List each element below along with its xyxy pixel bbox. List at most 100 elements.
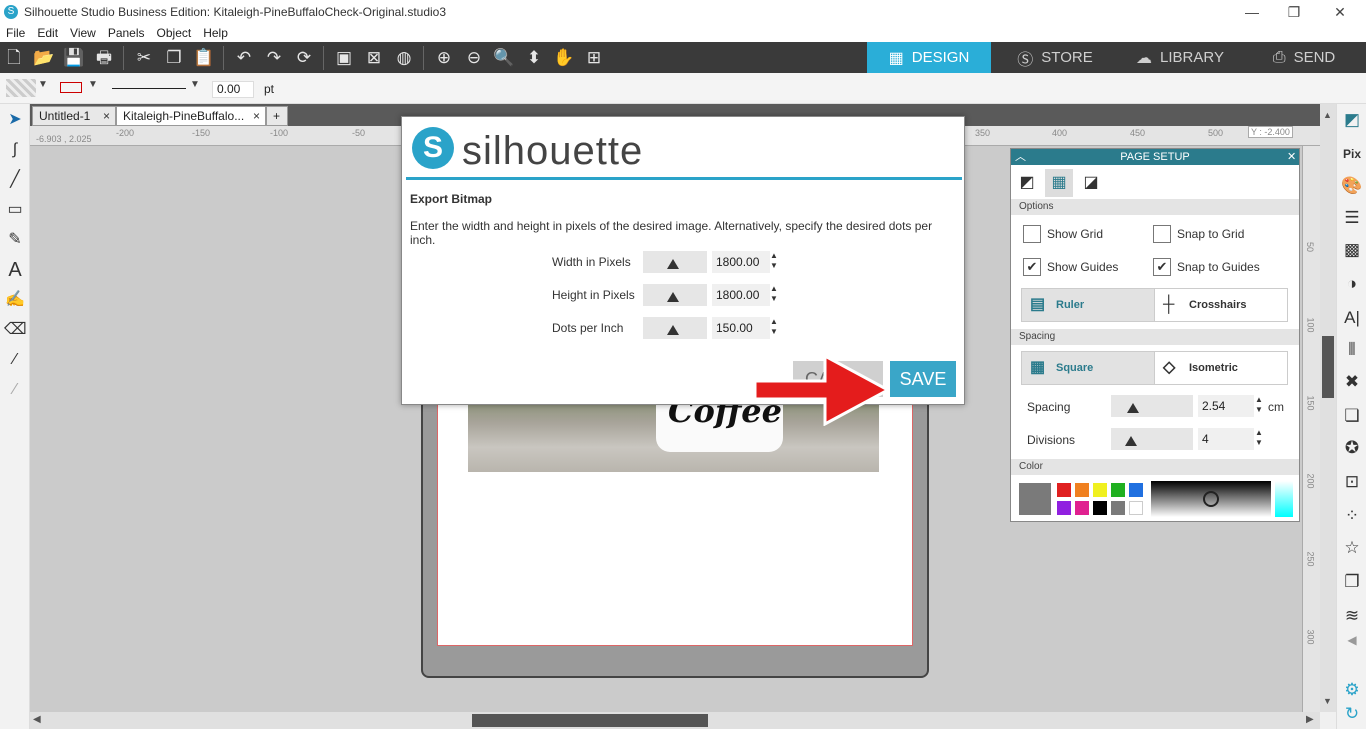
knife-tool-icon[interactable]: ∕ bbox=[4, 349, 26, 371]
tab-design[interactable]: ▦ DESIGN bbox=[867, 42, 991, 73]
page-tab-icon[interactable]: ◩ bbox=[1013, 169, 1041, 197]
scroll-right-icon[interactable]: ▶ bbox=[1306, 714, 1314, 725]
new-file-icon[interactable]: 🗋 bbox=[3, 47, 25, 69]
collapse-icon[interactable]: ︿ bbox=[1015, 149, 1026, 165]
sketch-icon[interactable]: ≋ bbox=[1340, 604, 1364, 628]
collapse-arrow-icon[interactable]: ◀ bbox=[1340, 628, 1364, 652]
trace-icon[interactable]: ⊡ bbox=[1340, 470, 1364, 494]
color-swatch[interactable] bbox=[1075, 483, 1089, 497]
palette-icon[interactable]: 🎨 bbox=[1340, 174, 1364, 198]
snap-to-grid-checkbox[interactable] bbox=[1153, 225, 1171, 243]
contrast-icon[interactable]: ◑ bbox=[1340, 272, 1364, 296]
pencil-tool-icon[interactable]: ✎ bbox=[4, 229, 26, 251]
align-icon[interactable]: ⫴ bbox=[1340, 338, 1364, 362]
width-slider[interactable] bbox=[643, 251, 707, 273]
replicate-icon[interactable]: ❏ bbox=[1340, 404, 1364, 428]
open-folder-icon[interactable]: 📂 bbox=[33, 47, 55, 69]
close-icon[interactable]: × bbox=[103, 107, 110, 125]
menu-edit[interactable]: Edit bbox=[31, 26, 64, 40]
paste-icon[interactable]: 📋 bbox=[193, 47, 215, 69]
chevron-down-icon[interactable]: ▼ bbox=[38, 79, 48, 90]
cut-icon[interactable]: ✂ bbox=[133, 47, 155, 69]
spacing-slider[interactable] bbox=[1111, 395, 1193, 417]
vertical-scroll-thumb[interactable] bbox=[1322, 336, 1334, 398]
draw-tool-icon[interactable]: ✍ bbox=[4, 289, 26, 311]
show-guides-checkbox[interactable]: ✔ bbox=[1023, 258, 1041, 276]
width-input[interactable]: 1800.00 bbox=[712, 251, 770, 273]
tab-library[interactable]: ☁ LIBRARY bbox=[1118, 42, 1242, 73]
chevron-down-icon[interactable]: ▼ bbox=[88, 79, 98, 90]
line-tool-icon[interactable]: ╱ bbox=[4, 169, 26, 191]
menu-help[interactable]: Help bbox=[197, 26, 234, 40]
copy-icon[interactable]: ❐ bbox=[163, 47, 185, 69]
snap-to-guides-checkbox[interactable]: ✔ bbox=[1153, 258, 1171, 276]
line-style-sample[interactable] bbox=[112, 88, 186, 89]
fill-pattern-swatch[interactable] bbox=[6, 79, 36, 97]
scroll-up-icon[interactable]: ▲ bbox=[1323, 110, 1332, 120]
menu-view[interactable]: View bbox=[64, 26, 102, 40]
chevron-down-icon[interactable]: ▼ bbox=[190, 79, 200, 90]
color-swatch[interactable] bbox=[1111, 483, 1125, 497]
square-grid-button[interactable]: ▦ Square bbox=[1021, 351, 1155, 385]
color-picker-cursor[interactable] bbox=[1203, 491, 1219, 507]
undo-icon[interactable]: ↶ bbox=[233, 47, 255, 69]
redraw-icon[interactable]: ⟳ bbox=[293, 47, 315, 69]
height-slider[interactable] bbox=[643, 284, 707, 306]
compound-path-icon[interactable]: ◍ bbox=[393, 47, 415, 69]
tab-untitled-1[interactable]: Untitled-1 × bbox=[32, 106, 116, 126]
fill-pattern-icon[interactable]: ▩ bbox=[1340, 238, 1364, 262]
print-icon[interactable]: 🖶 bbox=[93, 47, 115, 69]
transform-icon[interactable]: ✖ bbox=[1340, 370, 1364, 394]
text-style-icon[interactable]: A| bbox=[1340, 306, 1364, 330]
close-icon[interactable]: ✕ bbox=[1287, 149, 1296, 165]
dpi-spinner[interactable]: ▲ ▼ bbox=[770, 317, 780, 337]
spacing-input[interactable]: 2.54 bbox=[1198, 395, 1254, 417]
tab-kitaleigh[interactable]: Kitaleigh-PineBuffalo... × bbox=[116, 106, 266, 126]
page-setup-icon[interactable]: ◩ bbox=[1340, 108, 1364, 132]
group-icon[interactable]: ▣ bbox=[333, 47, 355, 69]
close-icon[interactable]: × bbox=[253, 107, 260, 125]
color-swatch[interactable] bbox=[1111, 501, 1125, 515]
select-arrow-icon[interactable]: ➤ bbox=[4, 109, 26, 131]
tab-send[interactable]: ⎙ SEND bbox=[1242, 42, 1366, 73]
hue-slider[interactable] bbox=[1275, 481, 1293, 517]
save-button[interactable]: SAVE bbox=[890, 361, 956, 397]
star-outline-icon[interactable]: ☆ bbox=[1340, 536, 1364, 560]
color-swatch[interactable] bbox=[1093, 483, 1107, 497]
current-color-swatch[interactable] bbox=[1019, 483, 1051, 515]
line-width-input[interactable]: 0.00 bbox=[212, 81, 254, 98]
crosshairs-button[interactable]: ┼ Crosshairs bbox=[1154, 288, 1288, 322]
height-spinner[interactable]: ▲ ▼ bbox=[770, 284, 780, 304]
dpi-input[interactable]: 150.00 bbox=[712, 317, 770, 339]
menu-file[interactable]: File bbox=[0, 26, 31, 40]
star-badge-icon[interactable]: ✪ bbox=[1340, 436, 1364, 460]
horizontal-scrollbar[interactable]: ◀ ▶ bbox=[30, 712, 1320, 729]
scroll-left-icon[interactable]: ◀ bbox=[33, 714, 41, 725]
scatter-icon[interactable]: ⁘ bbox=[1340, 504, 1364, 528]
grid-tab-icon[interactable]: ▦ bbox=[1045, 169, 1073, 197]
close-button[interactable]: ✕ bbox=[1320, 2, 1360, 22]
new-tab-button[interactable]: + bbox=[266, 106, 288, 126]
color-swatch[interactable] bbox=[1075, 501, 1089, 515]
color-swatch[interactable] bbox=[1129, 501, 1143, 515]
spacing-spinner[interactable]: ▲ ▼ bbox=[1255, 395, 1265, 415]
menu-panels[interactable]: Panels bbox=[102, 26, 151, 40]
edit-points-icon[interactable]: ∫ bbox=[4, 139, 26, 161]
text-tool-icon[interactable]: A bbox=[4, 259, 26, 281]
pan-hand-icon[interactable]: ✋ bbox=[553, 47, 575, 69]
library-icon[interactable]: ❐ bbox=[1340, 570, 1364, 594]
redo-icon[interactable]: ↷ bbox=[263, 47, 285, 69]
move-down-icon[interactable]: ⬍ bbox=[523, 47, 545, 69]
settings-gear-icon[interactable]: ⚙ bbox=[1340, 678, 1364, 702]
width-spinner[interactable]: ▲ ▼ bbox=[770, 251, 780, 271]
tab-store[interactable]: Ⓢ STORE bbox=[993, 42, 1117, 73]
ungroup-icon[interactable]: ⊠ bbox=[363, 47, 385, 69]
fit-page-icon[interactable]: ⊞ bbox=[583, 47, 605, 69]
ruler-button[interactable]: ▤ Ruler bbox=[1021, 288, 1155, 322]
divisions-slider[interactable] bbox=[1111, 428, 1193, 450]
isometric-grid-button[interactable]: ◇ Isometric bbox=[1154, 351, 1288, 385]
eyedropper-icon[interactable]: ⁄ bbox=[4, 379, 26, 401]
vertical-scrollbar[interactable]: ▲ ▼ bbox=[1320, 104, 1336, 712]
height-input[interactable]: 1800.00 bbox=[712, 284, 770, 306]
zoom-in-icon[interactable]: ⊕ bbox=[433, 47, 455, 69]
